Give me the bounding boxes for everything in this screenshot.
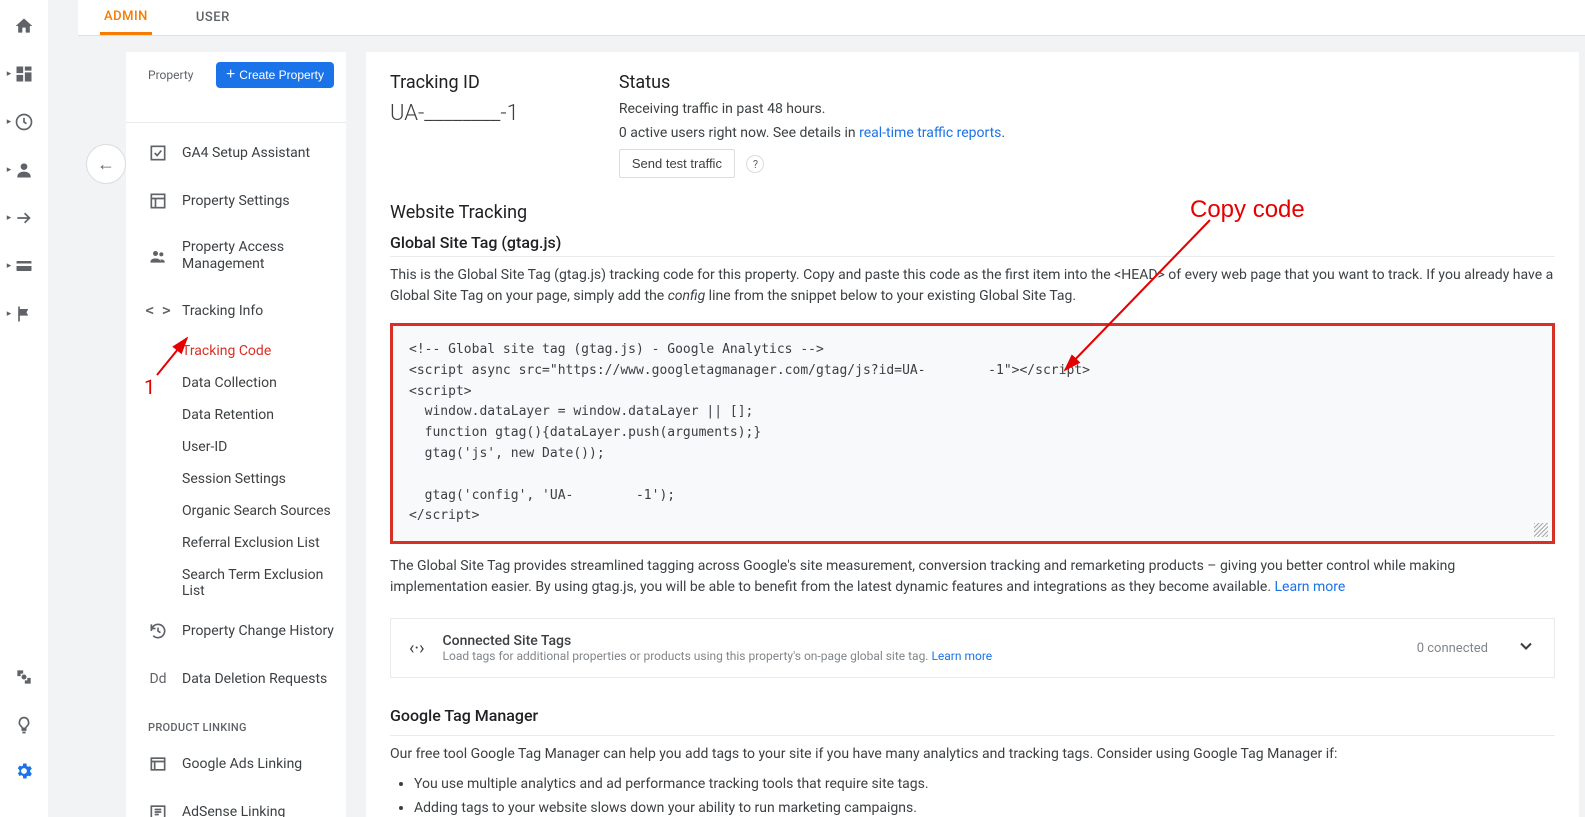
- tab-user[interactable]: USER: [192, 0, 234, 35]
- annotation-copy-code: Copy code: [1190, 196, 1305, 224]
- gtm-list-item-2: Adding tags to your website slows down y…: [414, 797, 1555, 817]
- dashboard-icon[interactable]: [12, 62, 36, 86]
- product-linking-header: PRODUCT LINKING: [126, 703, 346, 740]
- nav-change-history[interactable]: Property Change History: [126, 607, 346, 655]
- checkbox-icon: [148, 143, 168, 163]
- history-icon: [148, 621, 168, 641]
- nav-tracking-code[interactable]: Tracking Code: [182, 335, 346, 367]
- gtm-title: Google Tag Manager: [390, 706, 1555, 725]
- connected-learn-more-link[interactable]: Learn more: [931, 649, 992, 663]
- connected-desc: Load tags for additional properties or p…: [443, 649, 1399, 663]
- gtag-footer-text: The Global Site Tag provides streamlined…: [390, 556, 1555, 598]
- help-icon[interactable]: ?: [746, 155, 764, 173]
- status-line-2: 0 active users right now. See details in…: [619, 125, 1005, 141]
- tracking-code-box[interactable]: <!-- Global site tag (gtag.js) - Google …: [390, 323, 1555, 544]
- connected-count: 0 connected: [1417, 641, 1488, 656]
- adsense-icon: [148, 802, 168, 817]
- nav-data-deletion[interactable]: Dd Data Deletion Requests: [126, 655, 346, 703]
- nav-data-collection[interactable]: Data Collection: [182, 367, 346, 399]
- back-button[interactable]: ←: [86, 144, 126, 184]
- nav-referral-exclusion[interactable]: Referral Exclusion List: [182, 527, 346, 559]
- person-icon[interactable]: [12, 158, 36, 182]
- settings-icon[interactable]: [12, 761, 36, 785]
- property-label: Property: [148, 68, 193, 82]
- nav-session-settings[interactable]: Session Settings: [182, 463, 346, 495]
- website-tracking-title: Website Tracking: [390, 202, 1555, 223]
- realtime-reports-link[interactable]: real-time traffic reports: [859, 125, 1001, 141]
- tracking-sublist: Tracking Code Data Collection Data Reten…: [126, 335, 346, 607]
- send-test-traffic-button[interactable]: Send test traffic: [619, 149, 735, 178]
- connect-icon: ‹·›: [409, 638, 425, 659]
- connected-site-tags-panel[interactable]: ‹·› Connected Site Tags Load tags for ad…: [390, 618, 1555, 678]
- arrow-right-icon[interactable]: [12, 206, 36, 230]
- tracking-id-label: Tracking ID: [390, 72, 519, 93]
- annotation-number-1: 1: [144, 375, 155, 399]
- status-line-1: Receiving traffic in past 48 hours.: [619, 101, 1005, 117]
- nav-adsense-linking[interactable]: AdSense Linking: [126, 788, 346, 817]
- layout-icon: [148, 191, 168, 211]
- clock-icon[interactable]: [12, 110, 36, 134]
- nav-ga4-setup[interactable]: GA4 Setup Assistant: [126, 129, 346, 177]
- nav-search-term-exclusion[interactable]: Search Term Exclusion List: [182, 559, 346, 607]
- tab-admin[interactable]: ADMIN: [100, 0, 152, 35]
- code-icon: < >: [148, 301, 168, 321]
- property-sidebar: Property +Create Property GA4 Setup Assi…: [126, 52, 346, 817]
- status-label: Status: [619, 72, 1005, 93]
- nav-google-ads-linking[interactable]: Google Ads Linking: [126, 740, 346, 788]
- gtm-list: You use multiple analytics and ad perfor…: [414, 773, 1555, 817]
- group-icon: [148, 246, 168, 266]
- nav-data-retention[interactable]: Data Retention: [182, 399, 346, 431]
- bulb-icon[interactable]: [12, 713, 36, 737]
- nav-tracking-info[interactable]: < > Tracking Info: [126, 287, 346, 335]
- flag-icon[interactable]: [12, 302, 36, 326]
- card-icon[interactable]: [12, 254, 36, 278]
- connected-title: Connected Site Tags: [443, 633, 1399, 649]
- learn-more-link[interactable]: Learn more: [1274, 579, 1345, 595]
- main-panel: Tracking ID UA-________-1 Status Receivi…: [366, 52, 1579, 817]
- gtag-title: Global Site Tag (gtag.js): [390, 233, 1555, 252]
- dd-icon: Dd: [148, 669, 168, 689]
- home-icon[interactable]: [12, 14, 36, 38]
- left-icon-rail: [0, 0, 48, 817]
- tracking-id-value: UA-________-1: [390, 101, 519, 126]
- discover-icon[interactable]: [12, 665, 36, 689]
- gtag-description: This is the Global Site Tag (gtag.js) tr…: [390, 265, 1555, 307]
- nav-organic-search[interactable]: Organic Search Sources: [182, 495, 346, 527]
- create-property-button[interactable]: +Create Property: [216, 62, 334, 88]
- property-name[interactable]: [126, 94, 346, 122]
- nav-user-id[interactable]: User-ID: [182, 431, 346, 463]
- ads-icon: [148, 754, 168, 774]
- expand-icon[interactable]: [1516, 636, 1536, 660]
- admin-tabs: ADMIN USER: [78, 0, 1585, 36]
- nav-property-access[interactable]: Property Access Management: [126, 225, 346, 287]
- gtm-desc: Our free tool Google Tag Manager can hel…: [390, 744, 1555, 765]
- nav-property-settings[interactable]: Property Settings: [126, 177, 346, 225]
- gtm-list-item-1: You use multiple analytics and ad perfor…: [414, 773, 1555, 797]
